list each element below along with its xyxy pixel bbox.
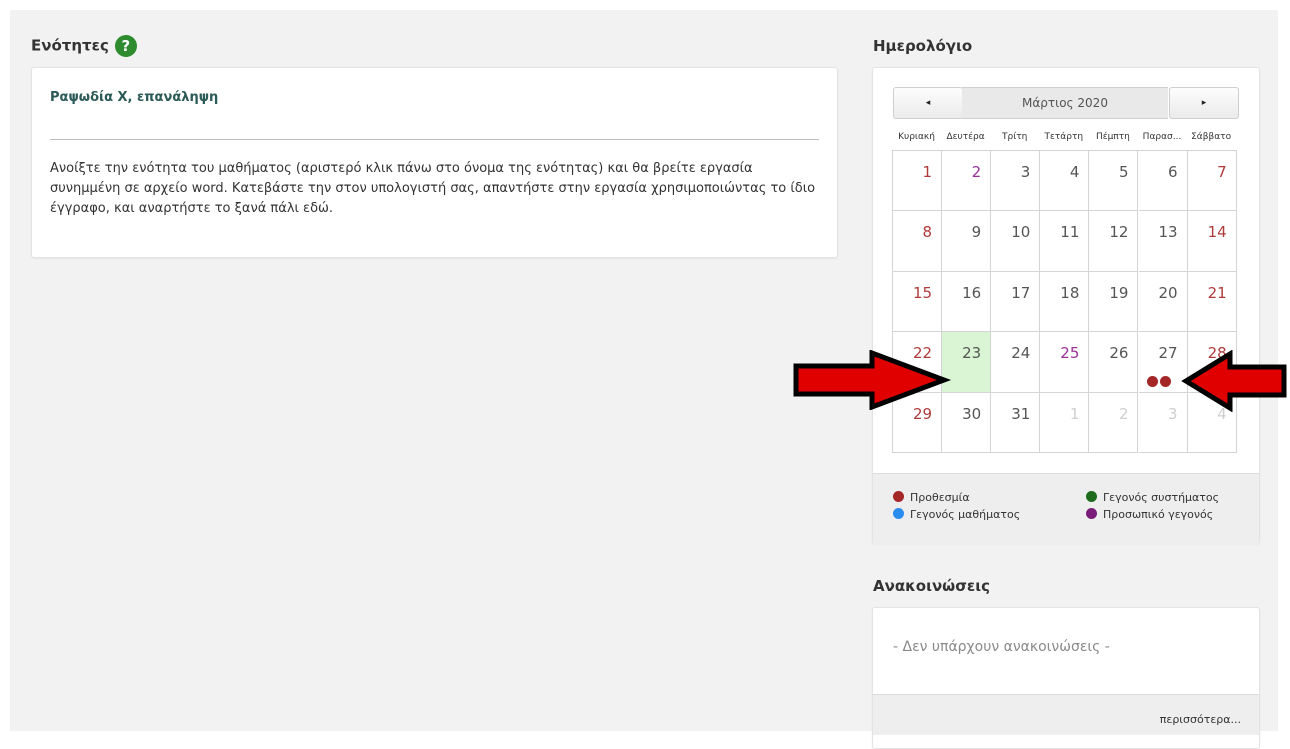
day-number: 8 xyxy=(922,223,933,242)
day-number: 17 xyxy=(1011,283,1031,302)
calendar-day[interactable]: 4 xyxy=(1040,151,1090,212)
day-number: 25 xyxy=(1060,344,1080,363)
prev-month-button[interactable]: ◂ xyxy=(893,87,963,119)
legend-system-event: Γεγονός συστήματος xyxy=(1086,491,1219,504)
month-label: Μάρτιος 2020 xyxy=(962,87,1168,119)
calendar-day[interactable]: 3 xyxy=(991,151,1041,212)
unit-title-link[interactable]: Ραψωδία Χ, επανάληψη xyxy=(50,90,218,105)
deadline-dot-icon xyxy=(893,491,904,502)
calendar-day[interactable]: 5 xyxy=(1089,151,1139,212)
day-number: 13 xyxy=(1158,223,1178,242)
calendar-day[interactable]: 14 xyxy=(1187,211,1237,272)
day-number: 11 xyxy=(1060,223,1080,242)
more-announcements-link[interactable]: περισσότερα... xyxy=(1160,713,1241,726)
unit-card: Ραψωδία Χ, επανάληψη Ανοίξτε την ενότητα… xyxy=(31,67,838,258)
no-announcements-text: - Δεν υπάρχουν ανακοινώσεις - xyxy=(893,639,1110,655)
calendar-day[interactable]: 17 xyxy=(991,271,1041,333)
calendar-day[interactable]: 2 xyxy=(942,151,992,212)
day-number: 12 xyxy=(1109,223,1129,242)
calendar-legend: Προθεσμία Γεγονός συστήματος Γεγονός μαθ… xyxy=(873,473,1259,546)
calendar-day[interactable]: 7 xyxy=(1187,151,1237,212)
weekday-label: Σάββατο xyxy=(1191,132,1232,142)
unit-description: Ανοίξτε την ενότητα του μαθήματος (αριστ… xyxy=(50,161,816,216)
next-month-button[interactable]: ▸ xyxy=(1169,87,1239,119)
day-number: 3 xyxy=(1020,163,1031,181)
day-number: 3 xyxy=(1168,404,1178,423)
calendar-day[interactable]: 11 xyxy=(1040,211,1090,272)
day-number: 23 xyxy=(962,344,982,363)
day-number: 7 xyxy=(1217,163,1227,181)
calendar-day[interactable]: 6 xyxy=(1138,151,1188,212)
day-number: 15 xyxy=(913,283,933,302)
calendar-nav: ◂ Μάρτιος 2020 ▸ xyxy=(893,87,1239,119)
day-number: 14 xyxy=(1207,223,1227,242)
calendar-day[interactable]: 8 xyxy=(893,211,943,272)
day-number: 1 xyxy=(1069,404,1080,423)
weekday-label: Πέμπτη xyxy=(1095,132,1130,142)
calendar-day[interactable]: 12 xyxy=(1089,211,1139,272)
day-number: 24 xyxy=(1011,344,1031,363)
day-number: 21 xyxy=(1207,283,1227,302)
calendar-panel: ◂ Μάρτιος 2020 ▸ Κυριακή Δευτέρα Τρίτη Τετά… xyxy=(872,67,1260,546)
day-number: 2 xyxy=(1118,404,1129,423)
course-event-dot-icon xyxy=(893,508,904,519)
divider xyxy=(50,139,819,140)
announcements-panel: - Δεν υπάρχουν ανακοινώσεις - περισσότερ… xyxy=(872,607,1260,749)
units-title: Ενότητες xyxy=(31,36,109,55)
calendar-day[interactable]: 19 xyxy=(1089,271,1139,333)
day-number: 18 xyxy=(1060,283,1080,302)
day-number: 27 xyxy=(1158,344,1178,363)
day-number: 31 xyxy=(1011,404,1031,423)
calendar-day[interactable]: 25 xyxy=(1040,332,1090,393)
personal-event-dot-icon xyxy=(1086,508,1097,519)
calendar-day[interactable]: 9 xyxy=(942,211,992,272)
help-icon[interactable]: ? xyxy=(114,35,137,57)
weekday-label: Τρίτη xyxy=(1001,132,1028,142)
units-heading: Ενότητες? xyxy=(31,35,137,57)
legend-deadline: Προθεσμία xyxy=(893,491,970,504)
day-number: 16 xyxy=(962,283,982,302)
day-number: 9 xyxy=(971,223,982,242)
announcements-heading: Ανακοινώσεις xyxy=(873,577,990,595)
deadline-dot-icon[interactable] xyxy=(1159,376,1171,388)
calendar-day[interactable]: 31 xyxy=(991,392,1041,453)
calendar-day[interactable]: 24 xyxy=(991,332,1041,393)
deadline-dot-icon[interactable] xyxy=(1146,376,1158,388)
calendar-day[interactable]: 26 xyxy=(1089,332,1139,393)
day-number: 4 xyxy=(1069,163,1080,181)
calendar-day[interactable]: 2 xyxy=(1089,392,1139,453)
weekday-label: Παρασ... xyxy=(1142,132,1182,142)
weekday-label: Δευτέρα xyxy=(946,132,985,142)
calendar-day[interactable]: 21 xyxy=(1187,271,1237,333)
annotation-arrow-right-icon xyxy=(793,350,952,410)
day-number: 19 xyxy=(1109,283,1129,302)
legend-course-event: Γεγονός μαθήματος xyxy=(893,508,1020,521)
calendar-day[interactable]: 1 xyxy=(1040,392,1090,453)
calendar-heading: Ημερολόγιο xyxy=(873,37,973,55)
day-number: 6 xyxy=(1168,163,1178,181)
day-number: 5 xyxy=(1118,163,1129,181)
calendar-day[interactable]: 18 xyxy=(1040,271,1090,333)
legend-personal-event: Προσωπικό γεγονός xyxy=(1086,508,1213,521)
day-number: 26 xyxy=(1109,344,1129,363)
calendar-day[interactable]: 16 xyxy=(942,271,992,333)
day-number: 2 xyxy=(971,163,982,181)
calendar-day[interactable]: 10 xyxy=(991,211,1041,272)
calendar-day[interactable]: 15 xyxy=(893,271,943,333)
calendar-day[interactable]: 1 xyxy=(893,151,943,212)
day-number: 10 xyxy=(1011,223,1031,242)
calendar-day[interactable]: 13 xyxy=(1138,211,1188,272)
annotation-arrow-left-icon xyxy=(1181,350,1287,412)
page-background: Ενότητες? Ραψωδία Χ, επανάληψη Ανοίξτε τ… xyxy=(10,10,1278,749)
weekday-label: Τετάρτη xyxy=(1044,132,1084,142)
announcements-footer: περισσότερα... xyxy=(873,694,1259,735)
system-event-dot-icon xyxy=(1086,491,1097,502)
weekday-header: Κυριακή Δευτέρα Τρίτη Τετάρτη Πέμπτη Παρασ...… xyxy=(892,132,1242,148)
day-number: 20 xyxy=(1158,283,1178,302)
day-number: 30 xyxy=(962,404,982,423)
day-number: 1 xyxy=(922,163,933,181)
calendar-day[interactable]: 20 xyxy=(1138,271,1188,333)
weekday-label: Κυριακή xyxy=(898,132,935,142)
